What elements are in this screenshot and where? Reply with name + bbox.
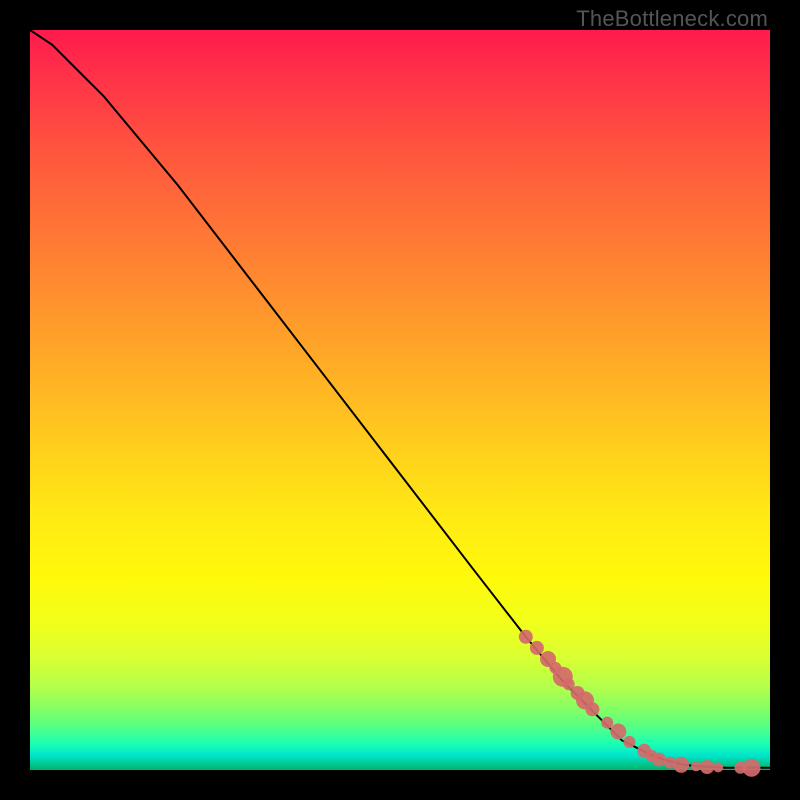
marker-dot [601, 717, 613, 729]
watermark-text: TheBottleneck.com [576, 6, 768, 32]
marker-dot [519, 630, 533, 644]
chart-frame [30, 30, 770, 770]
marker-dot [585, 702, 599, 716]
marker-dots-group [519, 630, 761, 777]
marker-dot [623, 736, 635, 748]
chart-svg [30, 30, 770, 770]
marker-dot [673, 757, 689, 773]
marker-dot [743, 759, 761, 777]
marker-dot [610, 724, 626, 740]
marker-dot [713, 762, 723, 772]
marker-dot [530, 641, 544, 655]
marker-dot [700, 760, 714, 774]
curve-trace [30, 30, 770, 768]
marker-dot [652, 753, 666, 767]
marker-dot [691, 761, 701, 771]
